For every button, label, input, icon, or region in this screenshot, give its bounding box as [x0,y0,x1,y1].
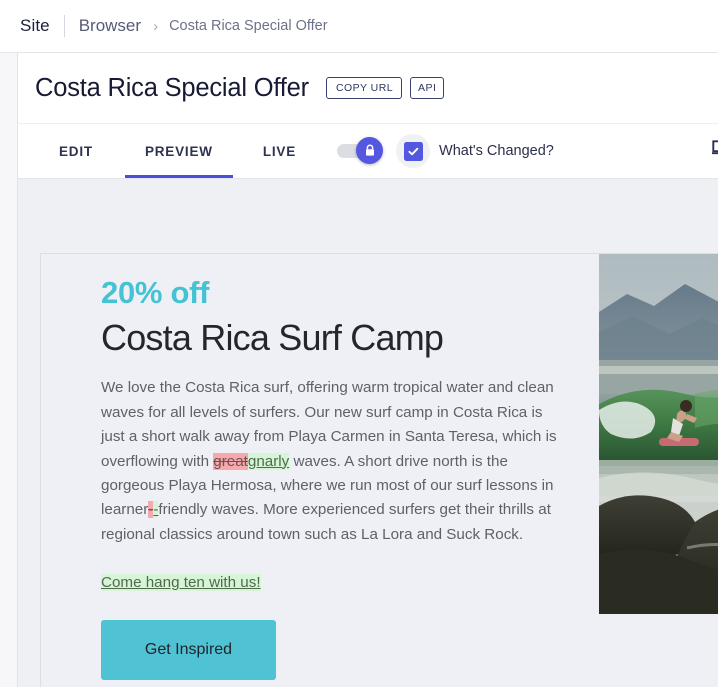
page-title: Costa Rica Special Offer [35,73,309,102]
promo-link-row: Come hang ten with us! [101,574,581,592]
preview-card-inner: 20% off Costa Rica Surf Camp We love the… [41,254,718,687]
promo-eyebrow: 20% off [101,275,210,310]
diff-inserted-word: gnarly [247,452,290,470]
tab-live[interactable]: LIVE [233,124,326,178]
breadcrumb-divider [63,15,65,37]
promo-body: We love the Costa Rica surf, offering wa… [101,376,563,547]
breadcrumb-site[interactable]: Site [20,16,50,36]
checkbox-checked-icon [403,141,423,161]
tab-list: EDIT PREVIEW LIVE [18,124,326,179]
get-inspired-button[interactable]: Get Inspired [101,620,276,681]
lock-toggle-group: What's Changed? [337,124,554,178]
whats-changed-checkbox[interactable] [396,134,431,168]
tab-edit[interactable]: EDIT [18,124,125,178]
preview-stage: 20% off Costa Rica Surf Camp We love the… [18,179,718,687]
chevron-right-icon: › [153,17,159,35]
app-root: Site Browser › Costa Rica Special Offer … [0,0,718,687]
left-rail [0,52,18,687]
preview-copy-column: 20% off Costa Rica Surf Camp We love the… [41,254,581,687]
device-selector[interactable]: Deskt [711,124,718,178]
breadcrumb-browser[interactable]: Browser [79,16,141,36]
lock-toggle-switch[interactable] [337,137,384,164]
whats-changed-label[interactable]: What's Changed? [439,143,554,159]
breadcrumb: Site Browser › Costa Rica Special Offer [0,0,718,52]
body-segment-3: friendly waves. More experienced surfers… [101,501,551,543]
preview-card: 20% off Costa Rica Surf Camp We love the… [40,253,718,687]
lock-icon[interactable] [356,137,384,164]
diff-deleted-word: great [213,452,248,470]
desktop-device-icon [711,140,718,162]
tab-bar: EDIT PREVIEW LIVE What's Changed? [18,124,718,179]
promo-title: Costa Rica Surf Camp [101,316,444,358]
promo-link[interactable]: Come hang ten with us! [101,574,261,592]
page-header: Costa Rica Special Offer COPY URL API [18,53,718,124]
api-button[interactable]: API [410,76,445,100]
content-panel: Costa Rica Special Offer COPY URL API ED… [18,52,718,687]
surf-photo [599,254,718,614]
copy-url-button[interactable]: COPY URL [325,76,403,100]
breadcrumb-current: Costa Rica Special Offer [169,18,328,34]
tab-preview[interactable]: PREVIEW [124,124,233,178]
